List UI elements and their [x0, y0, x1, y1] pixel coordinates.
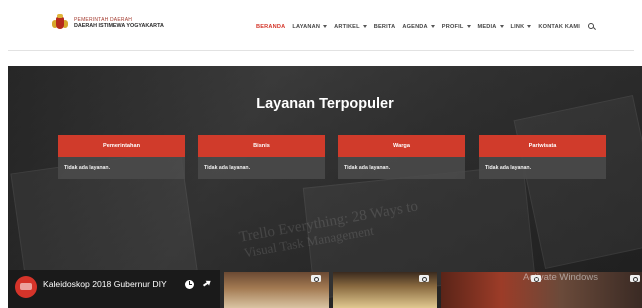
logo-line2: DAERAH ISTIMEWA YOGYAKARTA — [74, 23, 164, 30]
service-card-body: Tidak ada layanan. — [58, 157, 185, 179]
service-card-body: Tidak ada layanan. — [479, 157, 606, 179]
nav-item-agenda[interactable]: AGENDA — [402, 24, 435, 30]
chevron-down-icon — [466, 25, 471, 28]
service-card-title[interactable]: Pariwisata — [479, 135, 606, 157]
service-card-bisnis[interactable]: Bisnis Tidak ada layanan. — [198, 135, 325, 179]
nav-item-layanan[interactable]: LAYANAN — [292, 24, 328, 30]
main-nav: BERANDA LAYANAN ARTIKEL BERITA AGENDA PR… — [256, 23, 595, 30]
camera-icon — [419, 275, 429, 282]
nav-item-artikel[interactable]: ARTIKEL — [334, 24, 367, 30]
nav-item-media[interactable]: MEDIA — [478, 24, 504, 30]
background-photo-panel — [513, 94, 642, 270]
header-divider — [8, 50, 634, 51]
gallery-thumbnail[interactable] — [224, 272, 329, 308]
service-card-title[interactable]: Warga — [338, 135, 465, 157]
clock-icon[interactable] — [185, 280, 194, 289]
chevron-down-icon — [430, 25, 435, 28]
service-card-pemerintahan[interactable]: Pemerintahan Tidak ada layanan. — [58, 135, 185, 179]
service-card-pariwisata[interactable]: Pariwisata Tidak ada layanan. — [479, 135, 606, 179]
service-card-title[interactable]: Pemerintahan — [58, 135, 185, 157]
section-title: Layanan Terpopuler — [256, 96, 394, 112]
chevron-down-icon — [362, 25, 367, 28]
camera-icon — [630, 275, 640, 282]
nav-item-berita[interactable]: BERITA — [374, 24, 396, 30]
chevron-down-icon — [499, 25, 504, 28]
service-card-body: Tidak ada layanan. — [338, 157, 465, 179]
chevron-down-icon — [527, 25, 532, 28]
coat-of-arms-icon — [52, 14, 68, 34]
camera-icon — [311, 275, 321, 282]
share-icon[interactable] — [202, 278, 212, 288]
service-card-title[interactable]: Bisnis — [198, 135, 325, 157]
gallery-thumbnail[interactable] — [333, 272, 437, 308]
site-logo[interactable]: PEMERINTAH DAERAH DAERAH ISTIMEWA YOGYAK… — [52, 14, 164, 34]
nav-item-kontak-kami[interactable]: KONTAK KAMI — [538, 24, 580, 30]
search-icon[interactable] — [587, 23, 595, 30]
video-title[interactable]: Kaleidoskop 2018 Gubernur DIY — [43, 279, 167, 289]
service-card-warga[interactable]: Warga Tidak ada layanan. — [338, 135, 465, 179]
nav-item-link[interactable]: LINK — [511, 24, 532, 30]
chevron-down-icon — [323, 25, 328, 28]
video-player[interactable]: Kaleidoskop 2018 Gubernur DIY — [8, 270, 220, 308]
nav-item-beranda[interactable]: BERANDA — [256, 24, 285, 30]
nav-item-profil[interactable]: PROFIL — [442, 24, 471, 30]
service-card-body: Tidak ada layanan. — [198, 157, 325, 179]
channel-logo-icon[interactable] — [15, 276, 37, 298]
windows-activation-watermark: Activate Windows — [523, 272, 598, 283]
site-header: PEMERINTAH DAERAH DAERAH ISTIMEWA YOGYAK… — [0, 0, 642, 52]
